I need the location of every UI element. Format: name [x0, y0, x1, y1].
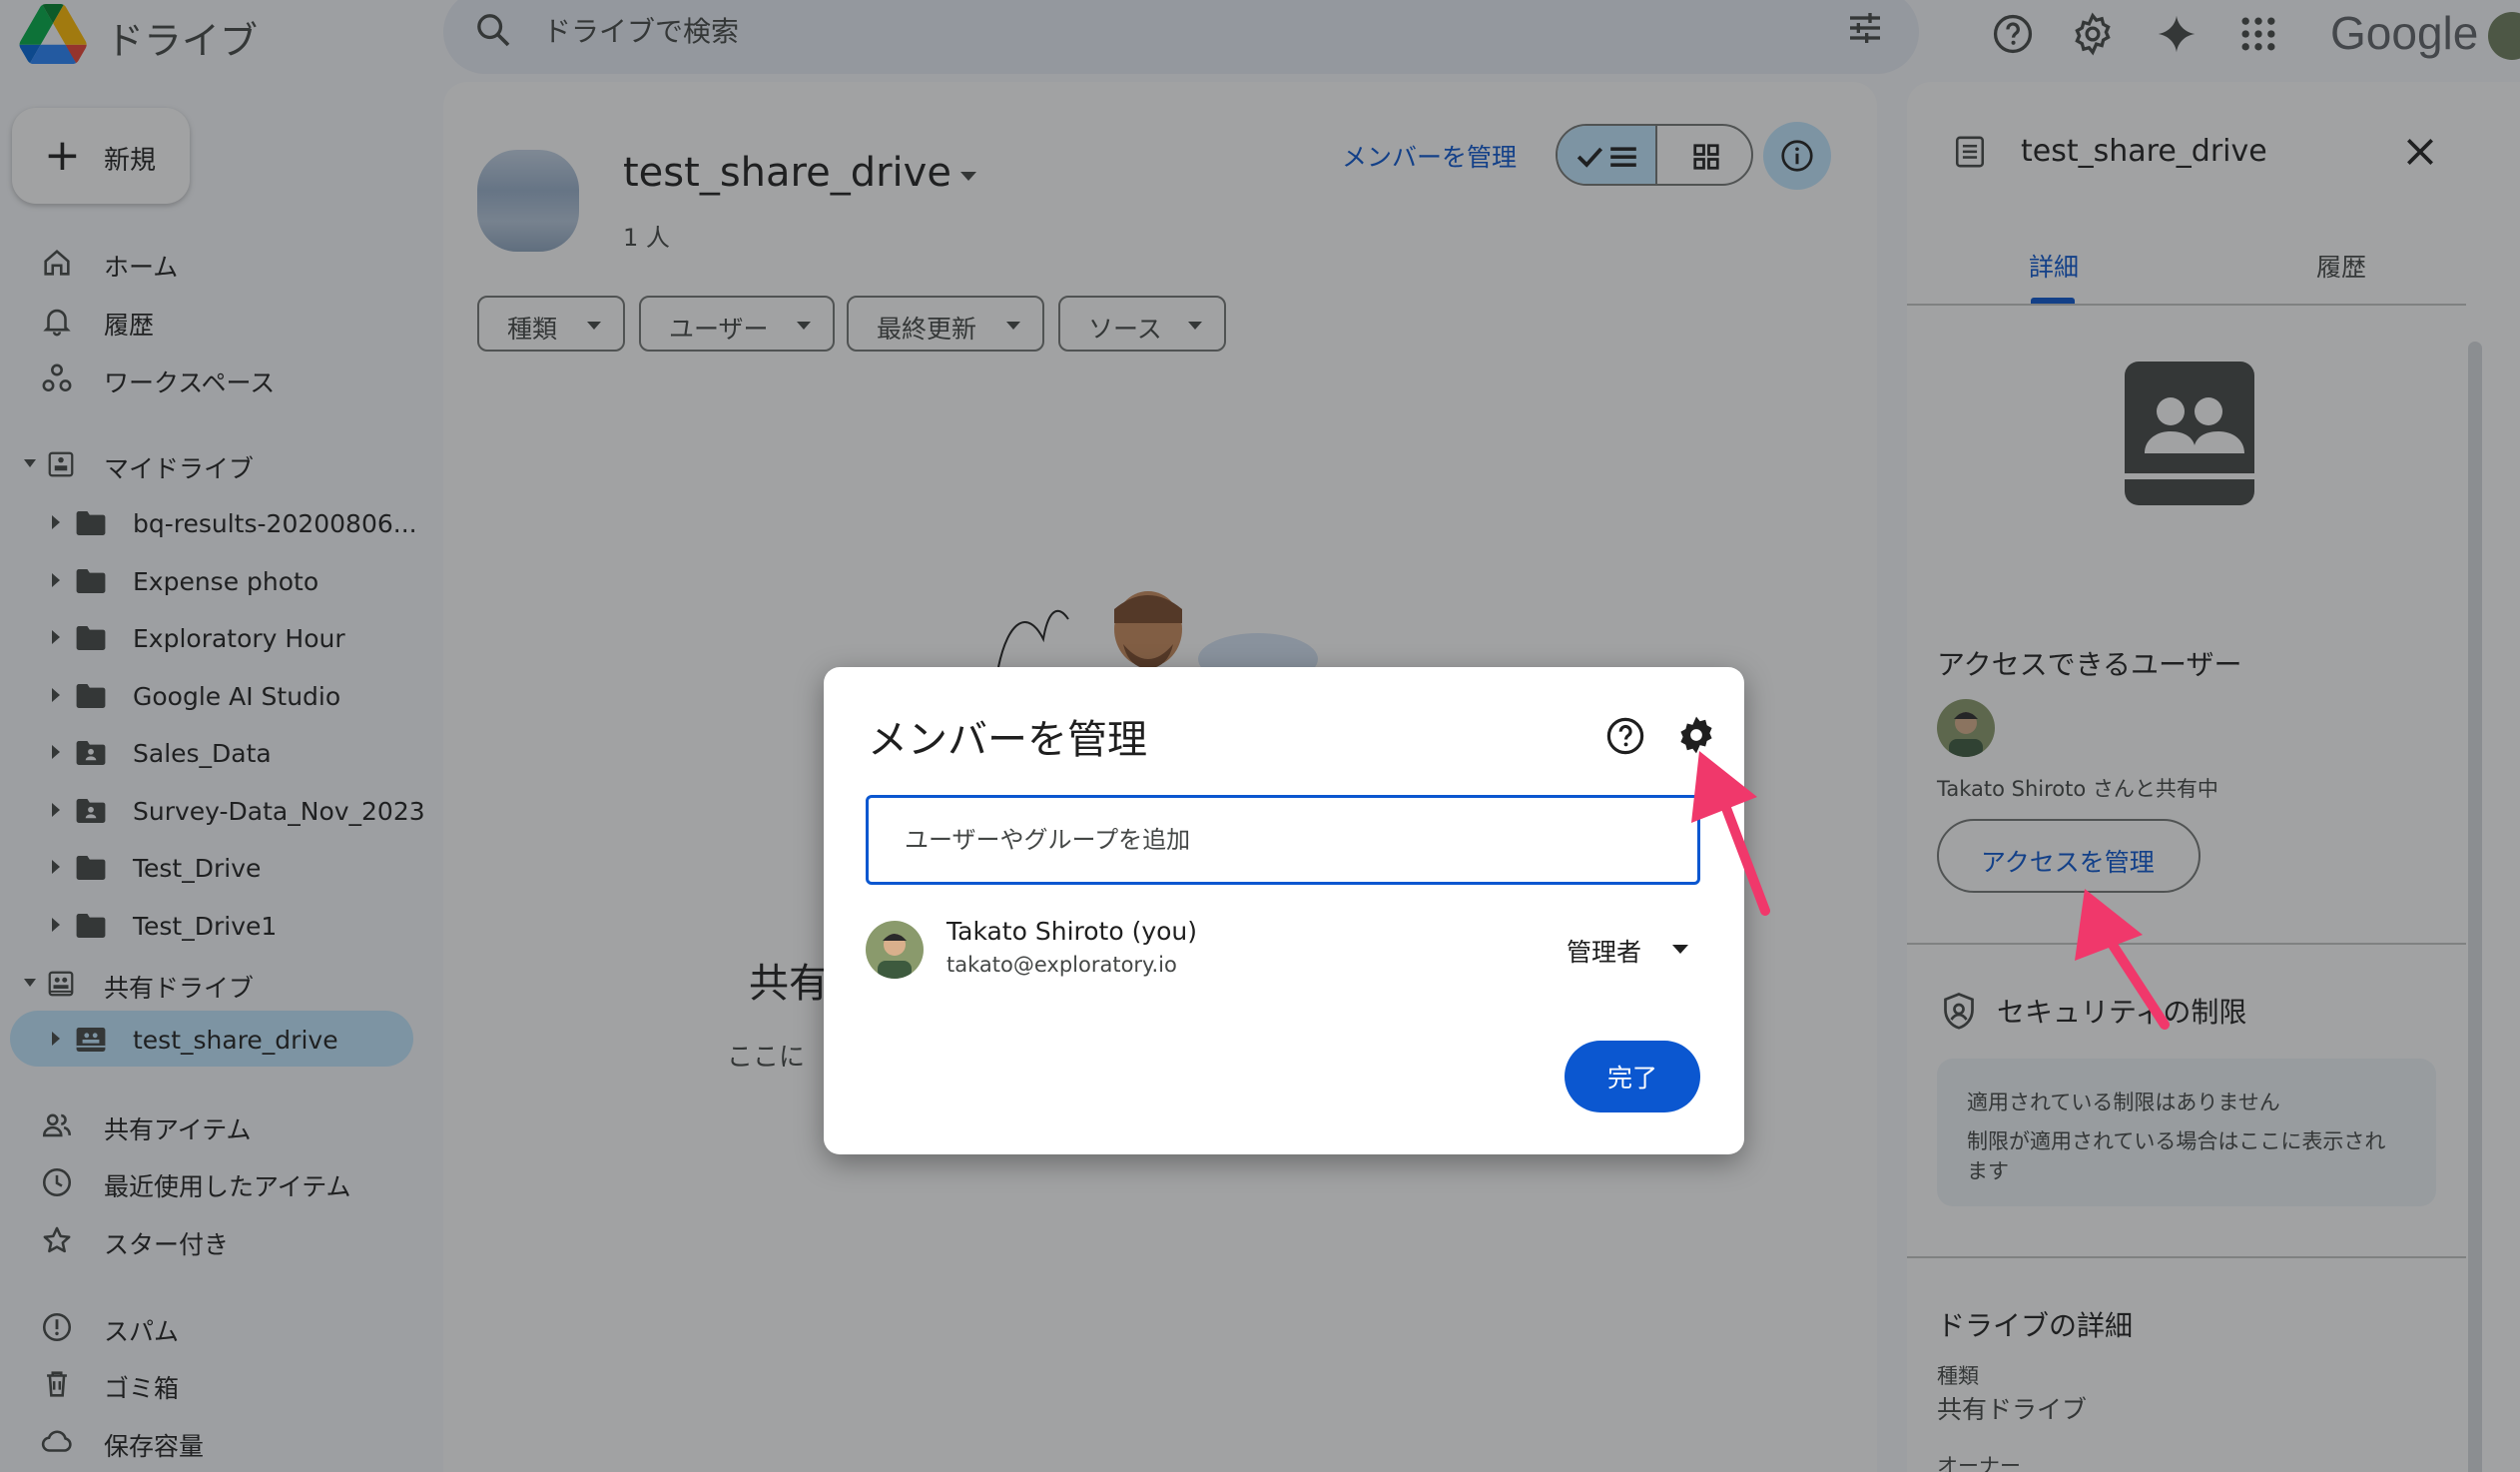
dropdown-arrow-icon	[1672, 945, 1688, 954]
done-button[interactable]: 完了	[1565, 1041, 1700, 1112]
member-email: takato@exploratory.io	[946, 953, 1177, 977]
dialog-title: メンバーを管理	[868, 717, 1147, 763]
member-role-dropdown[interactable]: 管理者	[1543, 923, 1692, 973]
member-name: Takato Shiroto (you)	[946, 917, 1198, 946]
manage-members-dialog: メンバーを管理 Takato Shiroto (you) takato@expl…	[824, 667, 1744, 1154]
annotation-arrow-icon	[1691, 751, 1770, 916]
help-icon[interactable]	[1604, 715, 1646, 757]
member-avatar	[866, 921, 924, 979]
annotation-arrow-icon	[2075, 889, 2170, 1030]
member-role-label: 管理者	[1567, 938, 1642, 967]
add-people-input[interactable]	[866, 795, 1700, 885]
